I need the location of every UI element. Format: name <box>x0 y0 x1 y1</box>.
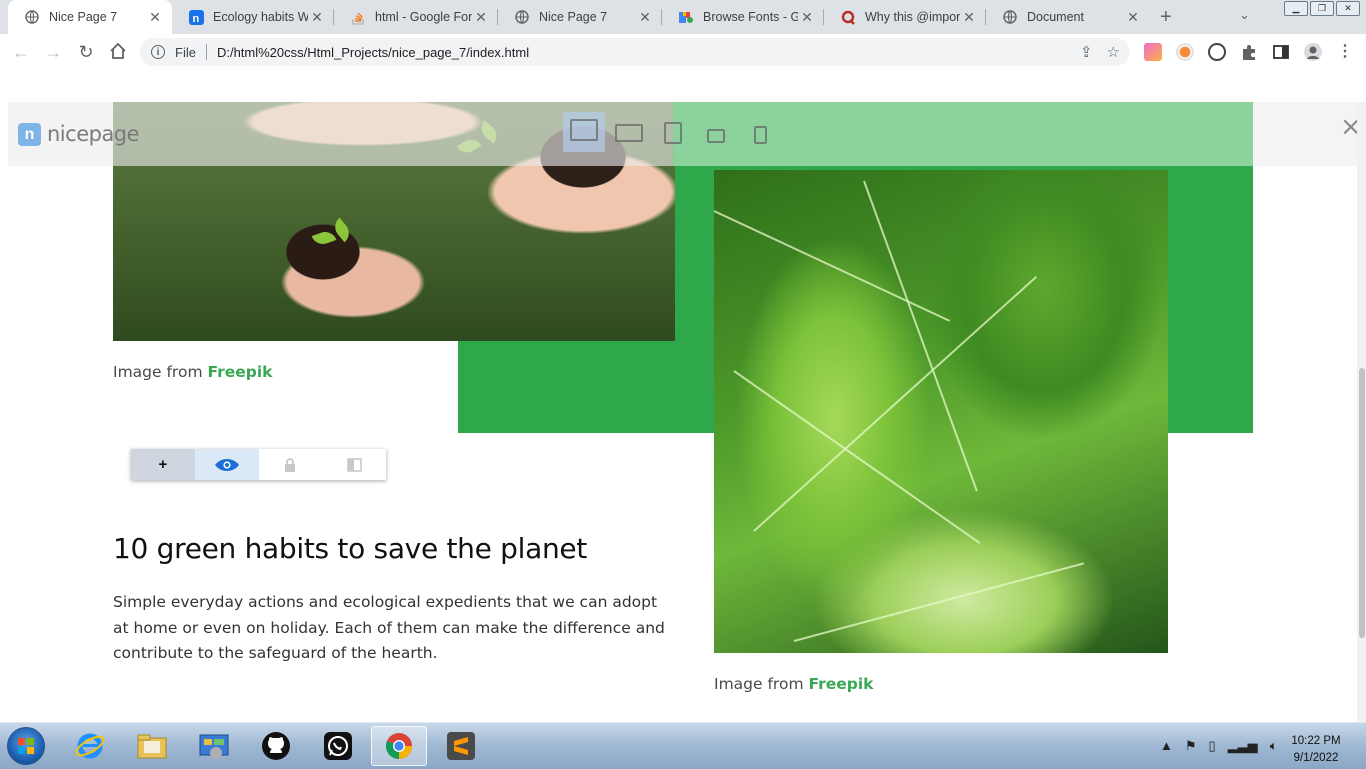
tab-title: Nice Page 7 <box>49 10 118 24</box>
close-tab-icon[interactable]: ✕ <box>798 9 816 26</box>
article-body: Simple everyday actions and ecological e… <box>113 593 665 662</box>
clock-time: 10:22 PM <box>1291 735 1341 747</box>
svg-text:n: n <box>192 13 199 25</box>
share-icon[interactable]: ⇪ <box>1080 43 1093 61</box>
address-bar[interactable]: i File D:/html%20css/Html_Projects/nice_… <box>140 38 1130 66</box>
github-icon[interactable] <box>248 726 304 766</box>
caption-prefix: Image from <box>714 675 804 693</box>
eye-icon[interactable] <box>194 449 259 480</box>
nicepage-logo-mark: n <box>18 122 41 146</box>
taskbar-clock[interactable]: 10:22 PM 9/1/2022 <box>1283 733 1349 767</box>
close-window-button[interactable]: ✕ <box>1336 1 1360 16</box>
tab-why-import[interactable]: Why this @import ✕ <box>824 0 986 34</box>
profile-avatar-icon[interactable] <box>1304 43 1322 61</box>
whatsapp-icon[interactable] <box>310 726 366 766</box>
windows-taskbar: ▲ ⚑ ▯ ▂▃▅ 🔈︎ 10:22 PM 9/1/2022 <box>0 722 1366 769</box>
restore-button[interactable]: ❐ <box>1310 1 1334 16</box>
quora-icon <box>840 9 856 25</box>
window-controls: ▁ ❐ ✕ <box>1284 1 1360 16</box>
article-headline: 10 green habits to save the planet <box>113 532 587 565</box>
laptop-icon[interactable] <box>615 124 643 142</box>
scheme-label: File <box>175 44 196 60</box>
close-tab-icon[interactable]: ✕ <box>960 9 978 26</box>
new-tab-button[interactable]: + <box>1160 6 1172 29</box>
tablet-landscape-icon[interactable] <box>707 129 725 143</box>
tab-title: Nice Page 7 <box>539 10 608 24</box>
url-text[interactable]: D:/html%20css/Html_Projects/nice_page_7/… <box>217 45 529 60</box>
home-icon[interactable] <box>108 42 128 62</box>
extensions-area: ⋮ <box>1144 43 1354 61</box>
internet-explorer-icon[interactable] <box>62 726 118 766</box>
system-tray: ▲ ⚑ ▯ ▂▃▅ 🔈︎ <box>1160 738 1278 754</box>
scrollbar-thumb[interactable] <box>1359 368 1365 638</box>
caption-prefix: Image from <box>113 363 203 381</box>
battery-icon[interactable]: ▯ <box>1209 738 1216 754</box>
nicepage-logo[interactable]: n nicepage <box>18 122 140 146</box>
file-explorer-icon[interactable] <box>124 726 180 766</box>
gradient-extension-icon[interactable] <box>1144 43 1162 61</box>
site-info-icon[interactable]: i <box>151 45 165 59</box>
element-mini-toolbar: + <box>131 449 386 480</box>
close-tab-icon[interactable]: ✕ <box>1124 9 1142 26</box>
tab-browse-fonts[interactable]: Browse Fonts - Go ✕ <box>662 0 824 34</box>
freepik-link[interactable]: Freepik <box>207 363 272 381</box>
google-fonts-icon <box>678 9 694 25</box>
tab-nice-page-7-second[interactable]: Nice Page 7 ✕ <box>498 0 662 34</box>
nicepage-icon: n <box>188 9 204 25</box>
image-credit-2: Image from Freepik <box>714 675 873 693</box>
lock-icon[interactable] <box>259 449 323 480</box>
tab-nice-page-7[interactable]: Nice Page 7 ✕ <box>8 0 172 34</box>
tab-document[interactable]: Document ✕ <box>986 0 1150 34</box>
clock-date: 9/1/2022 <box>1293 752 1339 764</box>
side-panel-icon[interactable] <box>1272 43 1290 61</box>
stackoverflow-icon <box>350 9 366 25</box>
close-tab-icon[interactable]: ✕ <box>636 9 654 26</box>
tab-html-google-fonts[interactable]: html - Google Fon ✕ <box>334 0 498 34</box>
add-button[interactable]: + <box>131 449 195 480</box>
menu-kebab-icon[interactable]: ⋮ <box>1336 43 1354 61</box>
tropical-leaves-image[interactable] <box>714 170 1168 653</box>
freepik-link[interactable]: Freepik <box>808 675 873 693</box>
tab-search-chevron-icon[interactable]: ⌄ <box>1239 7 1250 23</box>
close-tab-icon[interactable]: ✕ <box>308 9 326 26</box>
sublime-text-icon[interactable] <box>433 726 489 766</box>
tab-title: Ecology habits We <box>213 10 308 24</box>
start-button[interactable] <box>7 727 45 765</box>
tab-ecology-habits[interactable]: n Ecology habits We ✕ <box>172 0 334 34</box>
close-tab-icon[interactable]: ✕ <box>146 9 164 26</box>
control-panel-icon[interactable] <box>186 726 242 766</box>
reload-icon[interactable]: ↻ <box>76 42 96 62</box>
chrome-icon[interactable] <box>371 726 427 766</box>
desktop-icon[interactable] <box>570 119 598 141</box>
back-arrow-icon[interactable]: ← <box>11 42 31 62</box>
minimize-button[interactable]: ▁ <box>1284 1 1308 16</box>
browser-toolbar: ← → ↻ i File D:/html%20css/Html_Projects… <box>0 34 1366 70</box>
puzzle-extensions-icon[interactable] <box>1240 43 1258 61</box>
image-credit-1: Image from Freepik <box>113 363 272 381</box>
tab-strip: Nice Page 7 ✕ n Ecology habits We ✕ html… <box>0 0 1366 34</box>
globe-icon <box>24 9 40 25</box>
close-tab-icon[interactable]: ✕ <box>472 9 490 26</box>
phone-icon[interactable] <box>754 126 767 144</box>
tab-title: Browse Fonts - Go <box>703 10 798 24</box>
page-viewport: Image from Freepik Image from Freepik n … <box>0 102 1366 722</box>
action-center-flag-icon[interactable]: ⚑ <box>1185 738 1197 754</box>
network-signal-icon[interactable]: ▂▃▅ <box>1228 738 1258 754</box>
colorpicker-extension-icon[interactable] <box>1176 43 1194 61</box>
bookmark-star-icon[interactable]: ☆ <box>1107 43 1120 61</box>
tab-title: Why this @import <box>865 10 960 24</box>
tab-title: Document <box>1027 10 1084 24</box>
tab-title: html - Google Fon <box>375 10 472 24</box>
globe-icon <box>514 9 530 25</box>
show-hidden-icons-arrow-icon[interactable]: ▲ <box>1160 738 1173 754</box>
sync-extension-icon[interactable] <box>1208 43 1226 61</box>
nicepage-logo-text: nicepage <box>47 122 140 146</box>
hide-on-device-icon[interactable] <box>322 449 386 480</box>
globe-icon <box>1002 9 1018 25</box>
volume-icon[interactable]: 🔈︎ <box>1270 738 1278 754</box>
forward-arrow-icon[interactable]: → <box>43 42 63 62</box>
tablet-portrait-icon[interactable] <box>664 122 682 144</box>
